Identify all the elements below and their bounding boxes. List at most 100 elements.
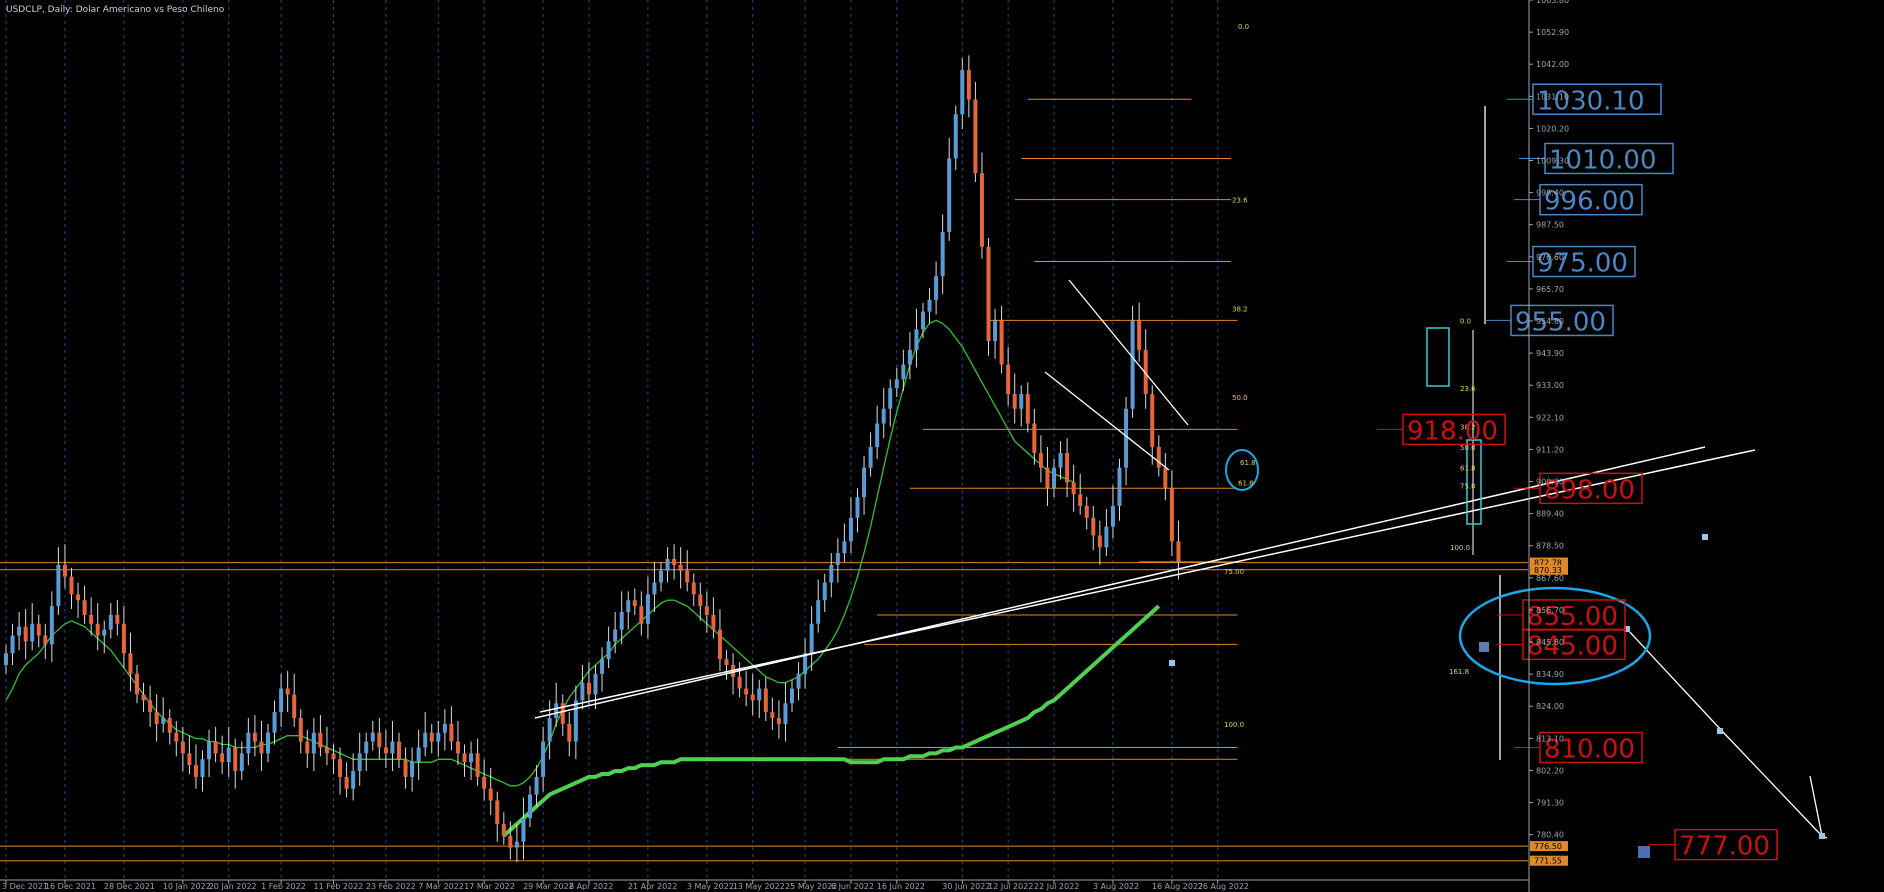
candle-body — [82, 600, 87, 615]
candle-body — [449, 723, 454, 742]
price-tick-label: 856.70 — [1536, 606, 1564, 615]
candle-body — [167, 718, 172, 733]
candle-body — [154, 712, 159, 724]
candle-body — [888, 388, 893, 409]
price-chart[interactable]: 0.0 23.6 38.2 50.0 61.8 75.00 100.0 161.8 0.0 23.… — [0, 0, 1884, 892]
candle-body — [95, 623, 100, 636]
ma-fast-line — [5, 319, 1074, 787]
candle-body — [1019, 394, 1024, 409]
price-tick-label: 780.40 — [1536, 831, 1564, 840]
candle-body — [397, 741, 401, 760]
time-tick-label: 30 Jun 2022 — [942, 882, 990, 891]
fib-label: 75.00 — [1224, 568, 1244, 576]
candle-body — [619, 611, 624, 630]
candle-body — [239, 753, 244, 772]
time-tick-label: 16 Jun 2022 — [877, 882, 925, 891]
candle-body — [875, 423, 880, 448]
candle-body — [960, 70, 965, 115]
candle-body — [776, 718, 781, 724]
candle-body — [763, 688, 768, 713]
candle-body — [233, 747, 238, 772]
anchor-point — [1819, 833, 1825, 839]
candle-body — [1006, 364, 1011, 395]
candle-body — [534, 776, 539, 795]
candle-body — [744, 688, 749, 695]
candle-body — [940, 232, 945, 277]
candle-body — [69, 576, 74, 595]
candle-body — [298, 718, 303, 742]
candle-body — [1091, 517, 1096, 536]
candle-body — [737, 676, 742, 689]
candle-body — [482, 776, 487, 789]
anchor-point — [1702, 534, 1708, 540]
projection-arrow-head — [1809, 775, 1823, 837]
candle-body — [586, 682, 591, 695]
price-tick-label: 943.90 — [1536, 349, 1564, 358]
candle-body — [266, 732, 270, 754]
price-boxes[interactable]: 1030.101010.00996.00975.00955.00918.0089… — [1377, 83, 1778, 862]
candle-body — [423, 732, 428, 748]
candle-body — [672, 558, 677, 565]
candle-body — [894, 379, 899, 389]
candle-body — [4, 653, 8, 666]
fib-label: 0.0 — [1460, 317, 1471, 325]
candle-body — [901, 364, 906, 380]
candle-body — [141, 694, 146, 701]
fib-label: 50.0 — [1232, 394, 1248, 402]
candle-body — [495, 800, 500, 825]
candle-body — [600, 659, 605, 674]
price-tick-label: 845.80 — [1536, 638, 1564, 647]
candle-body — [331, 753, 336, 760]
fib-label: 0.0 — [1238, 23, 1249, 31]
candle-body — [724, 659, 729, 666]
candle-body — [717, 629, 722, 660]
candle-body — [462, 753, 467, 763]
projection-line-2 — [1721, 730, 1823, 837]
candle-body — [56, 564, 61, 607]
candle-body — [593, 673, 598, 695]
candle-body — [514, 841, 519, 848]
time-axis[interactable]: 3 Dec 202116 Dec 2021 28 Dec 2021 10 Jan 2… — [0, 879, 1529, 891]
fib-label: 23.6 — [1460, 385, 1476, 393]
candle-body — [121, 623, 126, 654]
time-tick-label: 16 Dec 2021 — [45, 882, 96, 891]
anchor-point — [1479, 642, 1489, 652]
candle-body — [193, 765, 198, 777]
candle-body — [475, 753, 480, 777]
candle-body — [927, 299, 932, 312]
candle-body — [207, 741, 212, 760]
candle-body — [76, 594, 81, 601]
fib-label: 61.8 — [1238, 479, 1254, 487]
candle-body — [220, 753, 225, 763]
candle-body — [246, 732, 251, 754]
candle-body — [711, 614, 716, 630]
candle-body — [704, 606, 709, 615]
candle-body — [416, 747, 421, 763]
candle-body — [311, 732, 316, 754]
chart-window[interactable]: 0.0 23.6 38.2 50.0 61.8 75.00 100.0 161.8 0.0 23.… — [0, 0, 1884, 892]
highlight-rect-1 — [1426, 327, 1450, 387]
candle-body — [1084, 505, 1089, 518]
candle-body — [364, 741, 369, 754]
fib-label: 161.8 — [1449, 668, 1469, 676]
candle-body — [1045, 467, 1050, 489]
candle-body — [1117, 467, 1122, 506]
candle-body — [318, 732, 323, 748]
price-tick-label: 791.30 — [1536, 799, 1564, 808]
candle-body — [442, 723, 447, 733]
candle-body — [226, 747, 231, 763]
time-tick-label: 20 Jan 2022 — [209, 882, 257, 891]
candle-body — [1176, 541, 1181, 562]
candle-body — [455, 741, 460, 754]
time-tick-label: 29 Mar 2022 — [523, 882, 574, 891]
candle-body — [979, 173, 984, 247]
anchor-point — [1638, 846, 1650, 858]
candle-body — [344, 776, 349, 789]
price-marker-label: 870.33 — [1534, 566, 1562, 575]
trend-line-channel-top — [1068, 279, 1189, 426]
price-tick-label: 976.60 — [1536, 253, 1564, 262]
candle-body — [881, 408, 886, 424]
candle-body — [17, 626, 22, 636]
candle-body — [180, 741, 185, 754]
candle-body — [43, 635, 48, 645]
